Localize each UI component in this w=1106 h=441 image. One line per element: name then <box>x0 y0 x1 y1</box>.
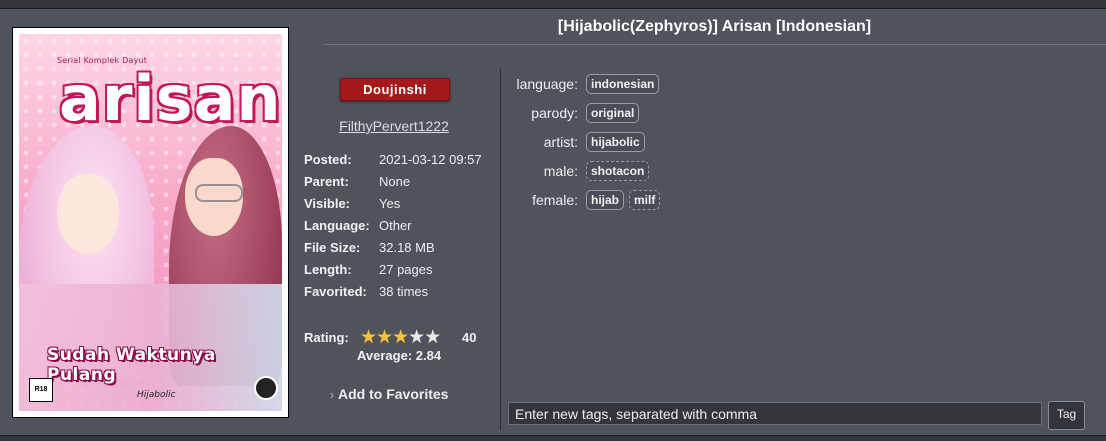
tag-items: hijab milf <box>586 188 661 210</box>
category-badge[interactable]: Doujinshi <box>340 78 450 101</box>
detail-key: Posted: <box>304 152 352 167</box>
add-to-favorites-link[interactable]: › Add to Favorites <box>330 386 448 402</box>
detail-value: Other <box>379 218 412 233</box>
gallery-details: Posted: 2021-03-12 09:57 Parent: None Visibl… <box>304 152 499 306</box>
cover-image[interactable]: Serial Komplek Dayut arisan Sudah Waktun… <box>12 27 289 418</box>
star-icon[interactable]: ★ <box>392 327 409 347</box>
tag-item[interactable]: indonesian <box>586 74 660 94</box>
detail-key: Language: <box>304 218 370 233</box>
tag-item[interactable]: original <box>586 103 640 123</box>
tag-namespace-row: language: indonesian <box>500 72 1100 101</box>
cover-r18-badge: R18 <box>29 378 53 402</box>
add-to-favorites-label: Add to Favorites <box>338 386 449 402</box>
star-icon[interactable]: ★ <box>408 327 425 347</box>
detail-row: Visible: Yes <box>304 196 499 218</box>
detail-row: Favorited: 38 times <box>304 284 499 306</box>
tag-namespace-row: male: shotacon <box>500 159 1100 188</box>
cover-logo-text: arisan <box>59 62 282 135</box>
tag-namespace-label: artist: <box>543 134 578 150</box>
uploader-link[interactable]: FilthyPervert1222 <box>300 118 488 134</box>
tag-list: language: indonesian parody: original artist… <box>500 72 1100 217</box>
detail-value: 38 times <box>379 284 429 299</box>
tag-items: original <box>586 101 640 123</box>
detail-value: 32.18 MB <box>379 240 435 255</box>
cover-subtitle-text: Sudah Waktunya Pulang <box>47 345 216 385</box>
detail-row: Length: 27 pages <box>304 262 499 284</box>
tag-namespace-row: female: hijab milf <box>500 188 1100 217</box>
detail-key: Favorited: <box>304 284 367 299</box>
rating-average: Average: 2.84 <box>357 348 442 363</box>
detail-value: 2021-03-12 09:57 <box>379 152 482 167</box>
star-icon[interactable]: ★ <box>376 327 393 347</box>
cover-glasses <box>195 184 243 202</box>
tag-namespace-row: artist: hijabolic <box>500 130 1100 159</box>
detail-value: Yes <box>379 196 401 211</box>
tag-namespace-label: language: <box>516 76 578 92</box>
tag-items: hijabolic <box>586 130 645 152</box>
cover-artwork: Serial Komplek Dayut arisan Sudah Waktun… <box>19 34 282 411</box>
detail-row: Parent: None <box>304 174 499 196</box>
detail-row: File Size: 32.18 MB <box>304 240 499 262</box>
rating-label: Rating: <box>304 330 349 345</box>
chevron-right-icon: › <box>330 388 334 402</box>
tag-items: indonesian <box>586 72 660 94</box>
tag-items: shotacon <box>586 159 650 181</box>
tag-item[interactable]: shotacon <box>586 161 650 181</box>
detail-row: Posted: 2021-03-12 09:57 <box>304 152 499 174</box>
tag-namespace-label: female: <box>532 192 578 208</box>
rating-count: 40 <box>462 330 477 345</box>
detail-row: Language: Other <box>304 218 499 240</box>
publisher-logo-icon <box>254 376 278 400</box>
tag-namespace-label: parody: <box>531 105 578 121</box>
tag-namespace-label: male: <box>543 163 578 179</box>
new-tags-input[interactable] <box>508 402 1042 425</box>
tag-item[interactable]: hijabolic <box>586 132 645 152</box>
detail-key: File Size: <box>304 240 361 255</box>
tag-item[interactable]: milf <box>629 190 661 210</box>
detail-key: Length: <box>304 262 352 277</box>
detail-value: 27 pages <box>379 262 433 277</box>
star-icon[interactable]: ★ <box>424 327 441 347</box>
detail-key: Visible: <box>304 196 351 211</box>
gallery-title-bar: [Hijabolic(Zephyros)] Arisan [Indonesian… <box>323 8 1106 45</box>
rating-stars[interactable]: ★ ★ ★ ★ ★ <box>360 327 441 347</box>
cover-artist-signature: Hijabolic <box>137 390 176 400</box>
tag-submit-button[interactable]: Tag <box>1048 401 1085 430</box>
detail-key: Parent: <box>304 174 349 189</box>
tag-item[interactable]: hijab <box>586 190 625 210</box>
tag-namespace-row: parody: original <box>500 101 1100 130</box>
gallery-title: [Hijabolic(Zephyros)] Arisan [Indonesian… <box>557 18 872 35</box>
star-icon[interactable]: ★ <box>360 327 377 347</box>
cover-character-left-face <box>57 174 119 254</box>
detail-value: None <box>379 174 411 189</box>
